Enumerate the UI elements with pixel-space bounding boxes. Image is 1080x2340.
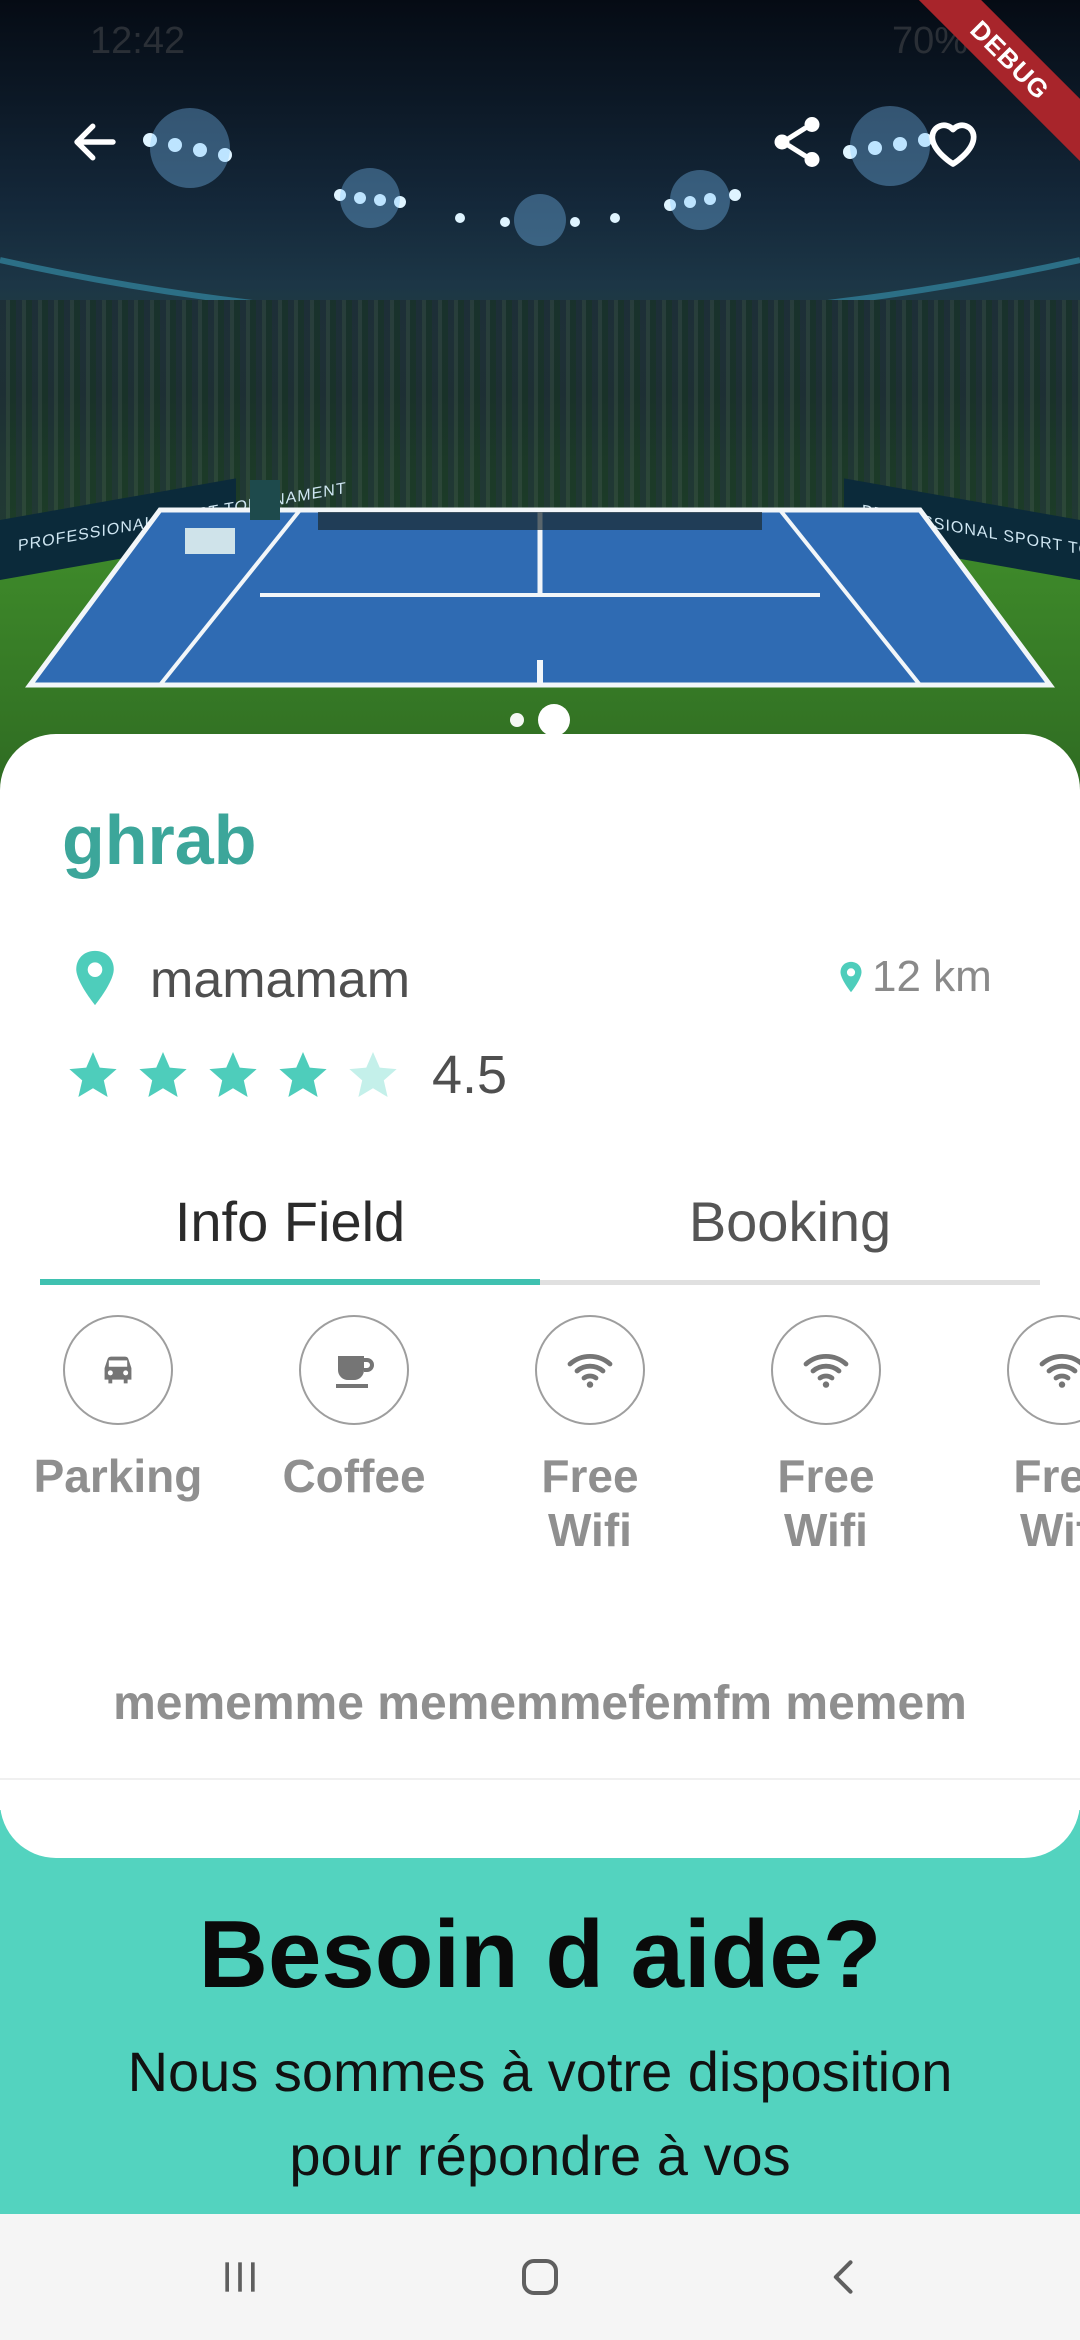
arrow-left-icon: [74, 123, 116, 161]
star-icon: [349, 1052, 397, 1098]
star-icon: [279, 1052, 327, 1098]
venue-distance: 12 km: [872, 952, 992, 1001]
star-icon: [139, 1052, 187, 1098]
amenity-item: Free Wifi: [472, 1315, 708, 1557]
carousel-dot[interactable]: [510, 713, 524, 727]
tab-underline-active: [40, 1279, 540, 1285]
share-button[interactable]: [757, 102, 837, 182]
status-bar: 12:42 70%: [0, 0, 1080, 86]
amenity-label: Coffee: [282, 1450, 426, 1502]
rating-value: 4.5: [432, 1045, 508, 1105]
system-back-button[interactable]: [775, 2214, 915, 2340]
rating-stars: [66, 1048, 400, 1102]
home-button[interactable]: [470, 2214, 610, 2340]
amenity-icon-circle: [535, 1315, 645, 1425]
tab-booking[interactable]: Booking: [540, 1180, 1040, 1284]
favorite-button[interactable]: [913, 102, 993, 182]
amenities-list[interactable]: Parking Coffee Free Wifi Free Wifi Fre W…: [0, 1315, 1080, 1575]
wifi-icon: [1039, 1353, 1080, 1388]
amenity-item: Parking: [0, 1315, 236, 1503]
wifi-icon: [803, 1353, 849, 1388]
amenity-label: Free Wifi: [541, 1450, 639, 1556]
heart-icon: [929, 122, 977, 167]
carousel-indicator: [510, 704, 570, 736]
back-button[interactable]: [55, 102, 135, 182]
amenity-item: Free Wifi: [944, 1315, 1080, 1557]
venue-description: mememme mememmefemfm memem: [113, 1677, 967, 1730]
amenity-label: Parking: [33, 1450, 203, 1502]
car-icon: [104, 1356, 132, 1384]
help-title: Besoin d aide?: [198, 1901, 882, 2008]
venue-name: ghrab: [62, 801, 257, 879]
amenity-icon-circle: [1007, 1315, 1080, 1425]
help-text: Nous sommes à votre disposition pour rép…: [127, 2040, 953, 2187]
status-time: 12:42: [90, 20, 186, 62]
amenity-icon-circle: [299, 1315, 409, 1425]
wifi-icon: [567, 1353, 613, 1388]
amenity-item: Free Wifi: [708, 1315, 944, 1557]
carousel-dot-active[interactable]: [538, 704, 570, 736]
amenity-label: Free Wifi: [1013, 1450, 1080, 1556]
recent-apps-button[interactable]: [170, 2214, 310, 2340]
amenity-icon-circle: [771, 1315, 881, 1425]
share-icon: [774, 117, 820, 167]
system-navigation-bar: [0, 2214, 1080, 2340]
chevron-left-icon: [833, 2260, 853, 2294]
location-pin-icon: [76, 950, 114, 1006]
tab-bar: Info Field Booking: [40, 1180, 1040, 1290]
amenity-icon-circle: [63, 1315, 173, 1425]
star-icon: [209, 1052, 257, 1098]
recent-apps-icon: [225, 2262, 255, 2292]
amenity-item: Coffee: [236, 1315, 472, 1503]
divider: [0, 1778, 1080, 1780]
amenity-label: Free Wifi: [777, 1450, 875, 1556]
star-icon: [69, 1052, 117, 1098]
distance-pin-icon: [840, 961, 862, 993]
tab-info-field[interactable]: Info Field: [40, 1180, 540, 1284]
coffee-icon: [336, 1356, 374, 1388]
home-icon: [522, 2259, 558, 2295]
venue-location: mamamam: [150, 951, 411, 1009]
